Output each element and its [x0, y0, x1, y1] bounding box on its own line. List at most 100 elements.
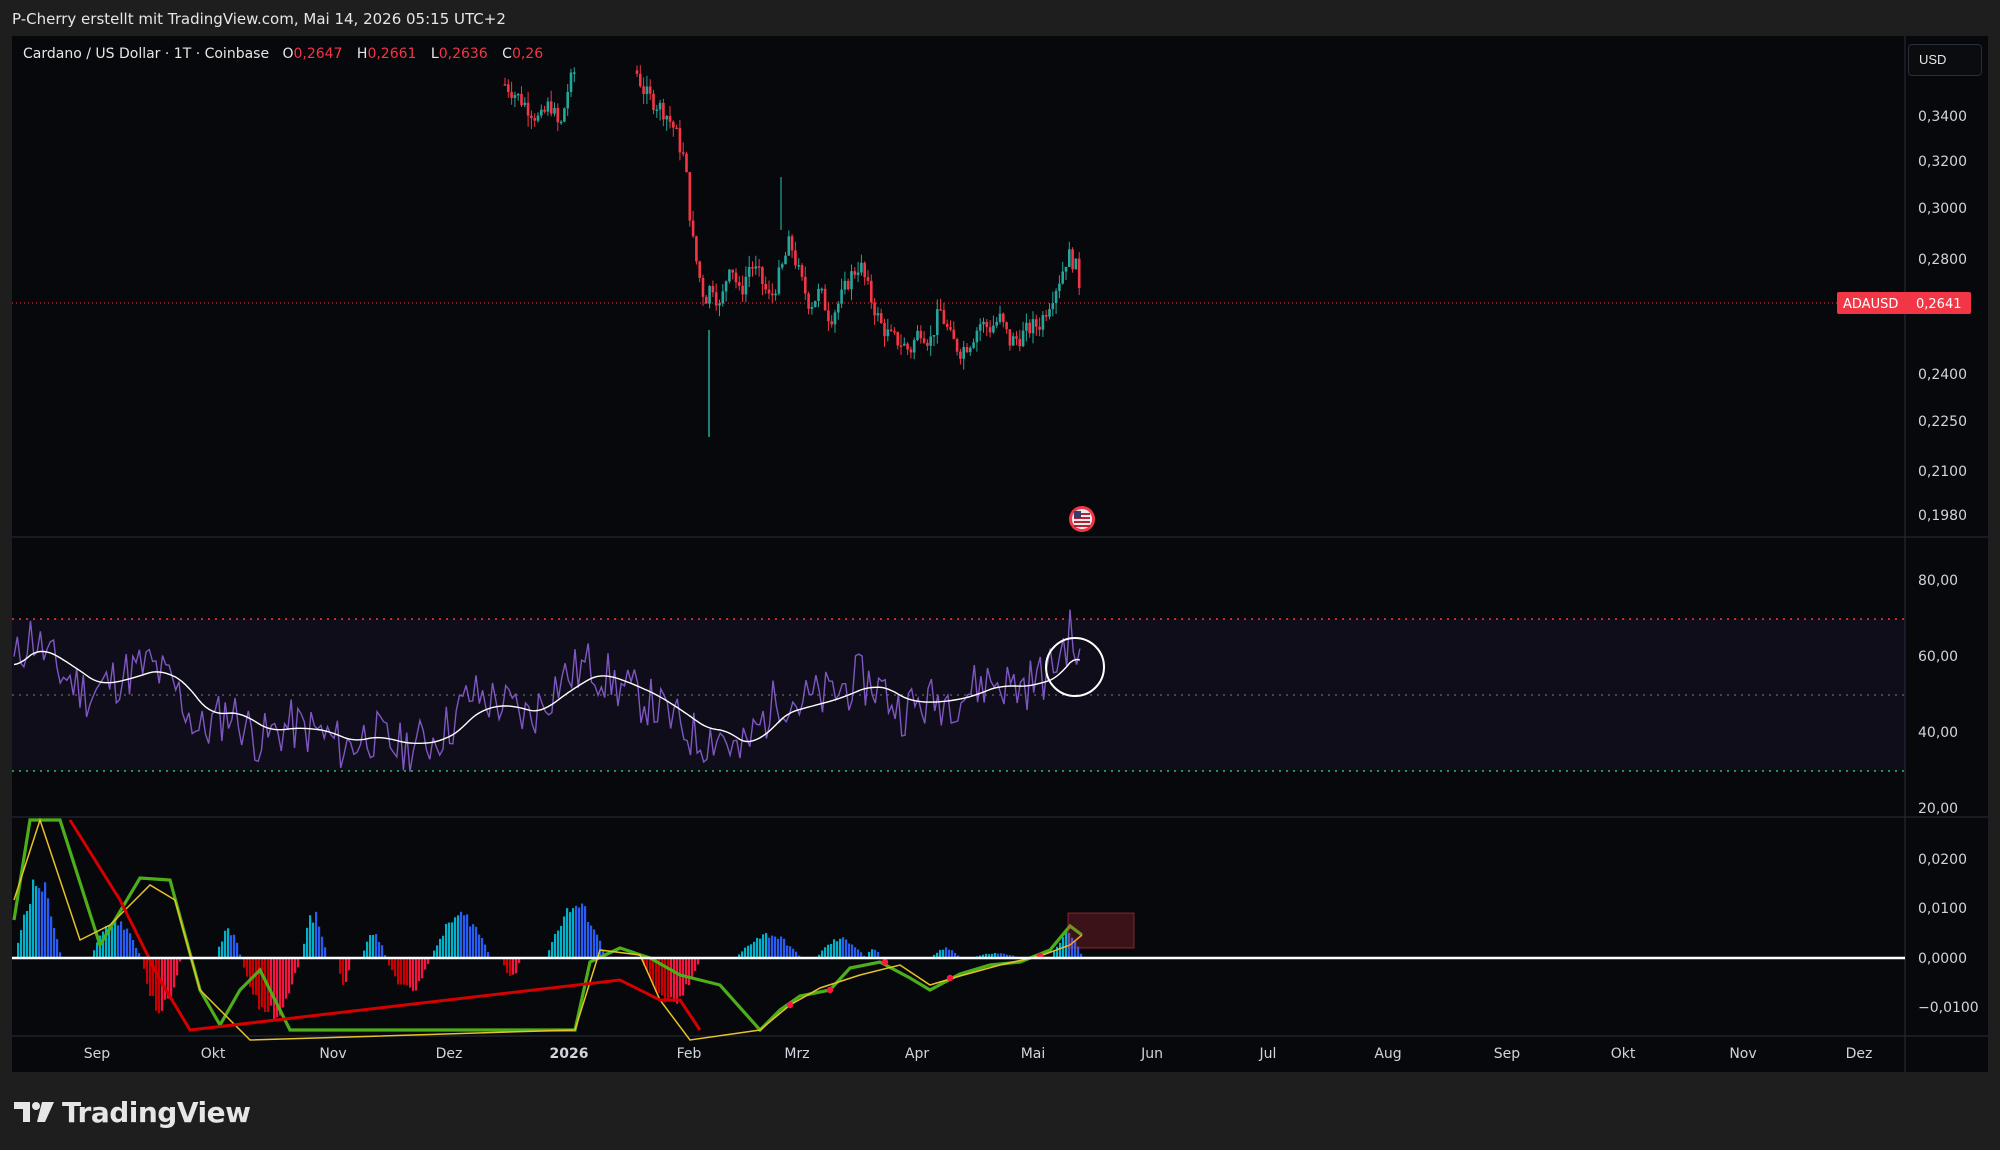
currency-button[interactable]: USD	[1908, 44, 1982, 76]
price-tick-label: 0,3200	[1918, 154, 1967, 170]
legend-c-label: C	[502, 46, 512, 62]
oscillator-bar	[783, 938, 786, 958]
oscillator-bar	[369, 935, 372, 958]
candle-body	[738, 282, 741, 286]
time-tick-label: Nov	[319, 1046, 346, 1062]
oscillator-bar	[563, 916, 566, 958]
candle-body	[536, 115, 540, 121]
oscillator-bar	[824, 947, 827, 958]
candle-body	[985, 321, 989, 328]
rsi-axis[interactable]: 80,00 60,00 40,00 20,00	[1918, 573, 1958, 817]
candle-body	[563, 108, 566, 122]
oscillator-bar	[1056, 946, 1059, 958]
oscillator-bar	[945, 947, 948, 958]
oscillator-bar	[123, 929, 126, 958]
oscillator-fast-line	[12, 818, 1083, 1033]
chart-canvas[interactable]: 0,34000,32000,30000,28000,26000,24000,22…	[0, 0, 2000, 1150]
oscillator-bar	[391, 958, 394, 971]
price-tick-label: 0,2100	[1918, 464, 1967, 480]
candle-body	[747, 266, 751, 277]
highlight-box	[1067, 912, 1135, 949]
oscillator-bar	[111, 926, 114, 958]
oscillator-bar	[418, 958, 421, 981]
legend-c-value: 0,26	[511, 46, 544, 62]
candle-body	[1054, 291, 1058, 304]
oscillator-bar	[409, 958, 412, 988]
oscillator-bar	[143, 958, 146, 969]
oscillator-bar	[345, 958, 348, 982]
candle-body	[926, 342, 929, 346]
oscillator-bar	[324, 947, 327, 958]
oscillator-bar	[789, 946, 792, 958]
oscillator-bar	[463, 915, 466, 958]
candle-body	[853, 271, 857, 275]
oscillator-tick-label: 0,0000	[1918, 951, 1967, 967]
oscillator-bar	[676, 958, 679, 1004]
candle-body	[787, 236, 791, 256]
oscillator-bar	[747, 945, 750, 958]
oscillator-bar	[827, 944, 830, 958]
legend-symbol: Cardano / US Dollar · 1T · Coinbase	[23, 46, 270, 62]
candle-body	[510, 91, 513, 99]
candle-body	[1058, 283, 1061, 292]
oscillator-bar	[224, 930, 227, 958]
oscillator-bar	[786, 945, 789, 958]
candle-body	[645, 86, 649, 95]
candle-body	[569, 72, 573, 92]
oscillator-bar	[512, 958, 515, 975]
oscillator-slow-line	[13, 817, 1083, 1041]
tradingview-logo[interactable]: TradingView	[14, 1094, 251, 1130]
oscillator-bar	[297, 958, 300, 968]
candle-body	[1031, 319, 1035, 334]
candle-body	[1021, 330, 1025, 347]
oscillator-bar	[509, 958, 512, 976]
price-tick-label: 0,2400	[1918, 367, 1967, 383]
oscillator-bar	[551, 942, 554, 958]
candle-body	[807, 293, 810, 309]
oscillator-axis[interactable]: 0,0200 0,0100 0,0000 −0,0100	[1918, 852, 1979, 1016]
candle-body	[526, 102, 530, 116]
candle-body	[668, 116, 672, 122]
candle-body	[936, 309, 939, 336]
oscillator-bar	[756, 937, 759, 958]
oscillator-bar	[484, 944, 487, 958]
candle-body	[945, 323, 949, 328]
oscillator-bar	[421, 958, 424, 979]
candle-body	[701, 277, 705, 297]
oscillator-tick-label: 0,0100	[1918, 901, 1967, 917]
oscillator-bar	[771, 935, 774, 958]
oscillator-cross-dot	[826, 986, 834, 994]
candle-body	[718, 303, 721, 306]
candle-body	[969, 347, 972, 353]
time-axis[interactable]: Sep Okt Nov Dez 2026 Feb Mrz Apr Mai Jun Jul Aug Sep…	[84, 1046, 1873, 1062]
price-tag-symbol: ADAUSD	[1843, 297, 1898, 312]
oscillator-bar	[842, 937, 845, 958]
oscillator-bar	[403, 958, 406, 985]
oscillator-bar	[587, 921, 590, 958]
oscillator-bar	[273, 958, 276, 1021]
oscillator-bar	[581, 903, 584, 958]
oscillator-bar	[839, 938, 842, 958]
oscillator-cross-dot	[946, 974, 954, 982]
candle-body	[922, 338, 926, 343]
oscillator-bar	[780, 936, 783, 958]
oscillator-bar	[590, 925, 593, 958]
candle-body	[978, 324, 982, 331]
oscillator-bar	[96, 942, 99, 958]
candle-body	[932, 335, 936, 337]
oscillator-bar	[258, 958, 261, 1010]
time-tick-label: Apr	[905, 1046, 929, 1062]
oscillator-bar	[312, 922, 315, 958]
oscillator-bar	[176, 958, 179, 976]
rsi-tick-label: 80,00	[1918, 573, 1958, 589]
candle-body	[721, 291, 725, 304]
candle-body	[876, 313, 880, 316]
oscillator-bar	[768, 937, 771, 958]
symbol-legend[interactable]: Cardano / US Dollar · 1T · Coinbase O 0,2…	[23, 46, 553, 62]
candle-body	[813, 300, 817, 307]
us-flag-event-icon[interactable]	[1069, 506, 1095, 532]
candle-body	[843, 280, 847, 290]
legend-o-label: O	[282, 46, 294, 62]
price-axis[interactable]: 0,34000,32000,30000,28000,26000,24000,22…	[1918, 109, 1967, 524]
candle-body	[652, 93, 655, 110]
